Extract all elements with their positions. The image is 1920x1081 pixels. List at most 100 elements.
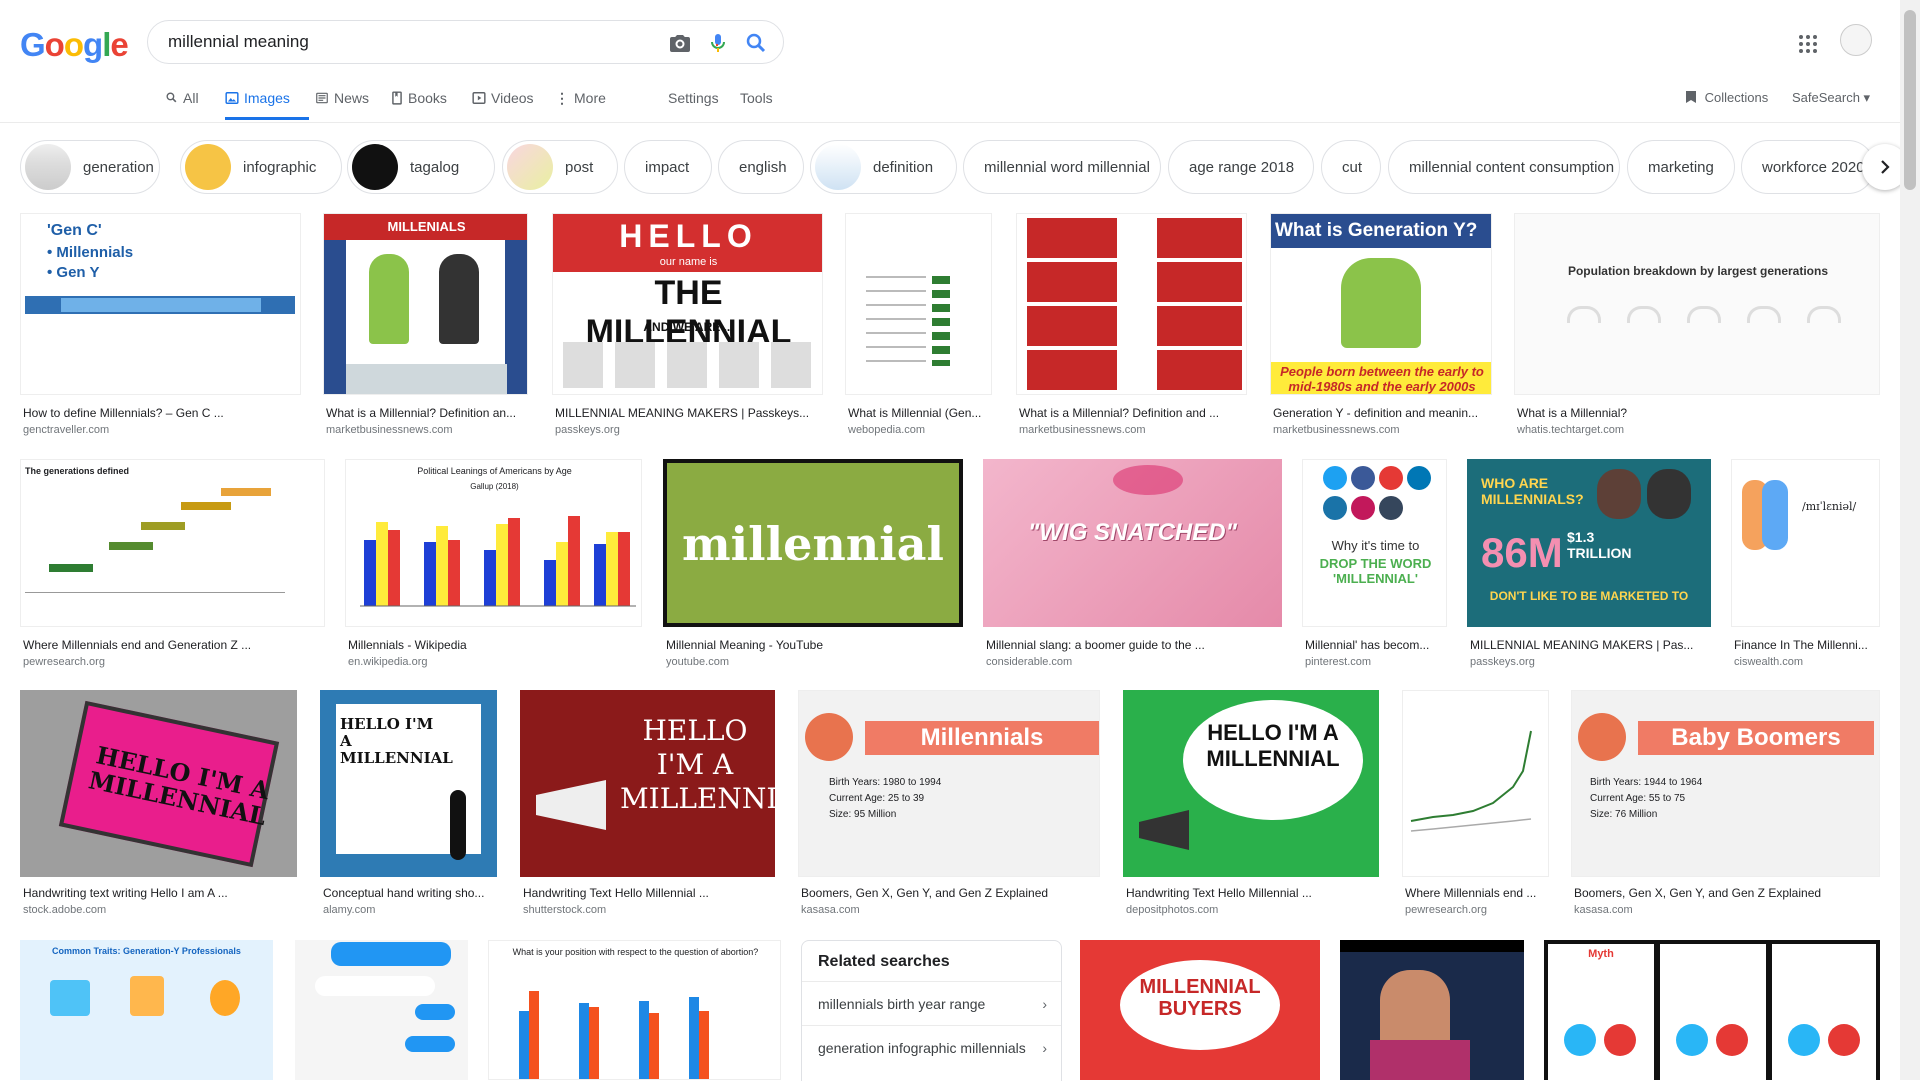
chip-cut[interactable]: cut <box>1321 140 1381 194</box>
newspaper-icon <box>316 92 328 104</box>
result-thumbnail: Millennials Birth Years: 1980 to 1994 Cu… <box>798 690 1100 877</box>
tab-all[interactable]: All <box>165 90 199 120</box>
result-thumbnail: 'Gen C' • Millennials • Gen Y <box>20 213 301 395</box>
chip-impact[interactable]: impact <box>624 140 712 194</box>
image-result[interactable]: Population breakdown by largest generati… <box>1514 213 1880 438</box>
search-input[interactable] <box>166 31 630 53</box>
image-result[interactable]: Common Traits: Generation-Y Professional… <box>20 940 273 1080</box>
chip-millennial-word-millennial[interactable]: millennial word millennial <box>963 140 1161 194</box>
chip-definition[interactable]: definition <box>810 140 957 194</box>
image-result[interactable]: MILLENIALS What is a Millennial? Definit… <box>323 213 528 438</box>
image-result[interactable]: 'Gen C' • Millennials • Gen Y How to def… <box>20 213 301 438</box>
bookmark-icon <box>1685 90 1697 107</box>
result-title: Handwriting text writing Hello I am A ..… <box>23 886 228 900</box>
image-result[interactable]: The generations defined Where Millennial… <box>20 459 325 669</box>
chip-millennial-content-consumption[interactable]: millennial content consumption <box>1388 140 1620 194</box>
result-title: Handwriting Text Hello Millennial ... <box>1126 886 1312 900</box>
image-result[interactable]: HELLO I'M A MILLENNIAL Handwriting Text … <box>520 690 775 920</box>
result-thumbnail: MILLENIALS <box>323 213 528 395</box>
image-result[interactable]: HELLO I'M A MILLENNIAL Handwriting Text … <box>1123 690 1379 920</box>
related-search-item[interactable]: generation infographic millennials › <box>802 1025 1061 1069</box>
result-source: whatis.techtarget.com <box>1517 424 1624 436</box>
chip-tagalog[interactable]: tagalog <box>347 140 495 194</box>
image-result[interactable]: HELLO I'M A MILLENNIAL Handwriting text … <box>20 690 297 920</box>
tab-more[interactable]: ⋮ More <box>555 90 606 120</box>
chip-marketing[interactable]: marketing <box>1627 140 1735 194</box>
chip-workforce-2020[interactable]: workforce 2020 <box>1741 140 1875 194</box>
result-title: Boomers, Gen X, Gen Y, and Gen Z Explain… <box>801 886 1049 900</box>
result-source: webopedia.com <box>848 424 926 436</box>
result-thumbnail: millennial <box>663 459 963 627</box>
result-title: Millennial slang: a boomer guide to the … <box>986 638 1205 652</box>
vertical-scrollbar[interactable] <box>1900 0 1920 1080</box>
result-source: depositphotos.com <box>1126 904 1219 916</box>
chip-generation[interactable]: generation <box>20 140 160 194</box>
image-result[interactable] <box>1340 940 1524 1080</box>
microphone-icon[interactable] <box>706 31 730 55</box>
image-result[interactable]: HELLO I'M A MILLENNIAL Conceptual hand w… <box>320 690 497 920</box>
tab-videos[interactable]: Videos <box>472 90 534 120</box>
result-title: What is a Millennial? Definition and ... <box>1019 406 1220 420</box>
image-result[interactable]: Where Millennials end ... pewresearch.or… <box>1402 690 1549 920</box>
search-icon[interactable] <box>744 31 768 55</box>
result-thumbnail: MILLENNIAL BUYERS <box>1080 940 1320 1080</box>
image-result[interactable]: What is Millennial (Gen... webopedia.com <box>845 213 992 438</box>
result-title: MILLENNIAL MEANING MAKERS | Passkeys... <box>555 406 810 420</box>
result-source: pinterest.com <box>1305 656 1372 668</box>
related-chips: generation infographic tagalog post impa… <box>20 140 1900 196</box>
result-source: considerable.com <box>986 656 1073 668</box>
result-source: ciswealth.com <box>1734 656 1804 668</box>
chip-infographic[interactable]: infographic <box>180 140 342 194</box>
image-result[interactable]: What is a Millennial? Definition and ...… <box>1016 213 1247 438</box>
image-result[interactable] <box>295 940 468 1080</box>
search-box <box>147 20 784 64</box>
result-thumbnail <box>1340 940 1524 1080</box>
google-logo[interactable]: Google <box>20 26 129 64</box>
chip-thumbnail <box>352 144 398 190</box>
tab-settings[interactable]: Settings <box>668 90 719 120</box>
tab-images[interactable]: Images <box>225 90 309 120</box>
image-result[interactable]: WHO ARE MILLENNIALS? 86M $1.3 TRILLION D… <box>1467 459 1711 669</box>
tab-tools[interactable]: Tools <box>740 90 773 120</box>
chip-age-range-2018[interactable]: age range 2018 <box>1168 140 1314 194</box>
image-icon <box>225 92 239 104</box>
image-result[interactable]: Millennials Birth Years: 1980 to 1994 Cu… <box>798 690 1100 920</box>
tab-news[interactable]: News <box>315 90 369 120</box>
scrollbar-thumb[interactable] <box>1904 10 1916 190</box>
chevron-right-icon <box>1881 160 1890 174</box>
collections-link[interactable]: Collections <box>1685 90 1768 107</box>
tab-books[interactable]: Books <box>391 90 447 120</box>
camera-icon[interactable] <box>668 31 692 55</box>
result-source: en.wikipedia.org <box>348 656 428 668</box>
result-title: Where Millennials end and Generation Z .… <box>23 638 252 652</box>
image-result[interactable]: millennial Millennial Meaning - YouTube … <box>663 459 963 669</box>
chip-post[interactable]: post <box>502 140 618 194</box>
image-result[interactable]: Political Leanings of Americans by Age G… <box>345 459 642 669</box>
image-result[interactable]: Myth <box>1544 940 1880 1080</box>
result-thumbnail: What is your position with respect to th… <box>488 940 781 1080</box>
result-source: shutterstock.com <box>523 904 607 916</box>
chip-english[interactable]: english <box>718 140 804 194</box>
account-avatar[interactable] <box>1840 24 1872 56</box>
result-source: kasasa.com <box>1574 904 1633 916</box>
safesearch-menu[interactable]: SafeSearch ▾ <box>1792 90 1870 106</box>
result-thumbnail <box>845 213 992 395</box>
image-result[interactable]: /mɪˈlɛniəl/ Finance In The Millenni... c… <box>1731 459 1880 669</box>
image-result[interactable]: What is your position with respect to th… <box>488 940 781 1080</box>
more-vertical-icon: ⋮ <box>555 90 569 106</box>
image-result[interactable]: "WIG SNATCHED" Millennial slang: a boome… <box>983 459 1282 669</box>
image-result[interactable]: MILLENNIAL BUYERS <box>1080 940 1320 1080</box>
image-result[interactable]: What is Generation Y? People born betwee… <box>1270 213 1492 438</box>
result-thumbnail: HELLO I'M A MILLENNIAL <box>20 690 297 877</box>
result-source: genctraveller.com <box>23 424 110 436</box>
image-result[interactable]: HELLO our name is THE MILLENNIAL AND WE … <box>552 213 823 438</box>
result-thumbnail: Myth <box>1544 940 1880 1080</box>
result-thumbnail: WHO ARE MILLENNIALS? 86M $1.3 TRILLION D… <box>1467 459 1711 627</box>
result-source: stock.adobe.com <box>23 904 107 916</box>
apps-grid-icon[interactable] <box>1796 32 1820 56</box>
image-result[interactable]: Baby Boomers Birth Years: 1944 to 1964 C… <box>1571 690 1880 920</box>
play-icon <box>472 92 486 104</box>
image-result[interactable]: Why it's time to DROP THE WORD 'MILLENNI… <box>1302 459 1447 669</box>
book-icon <box>392 91 402 105</box>
related-search-item[interactable]: millennials birth year range › <box>802 981 1061 1025</box>
